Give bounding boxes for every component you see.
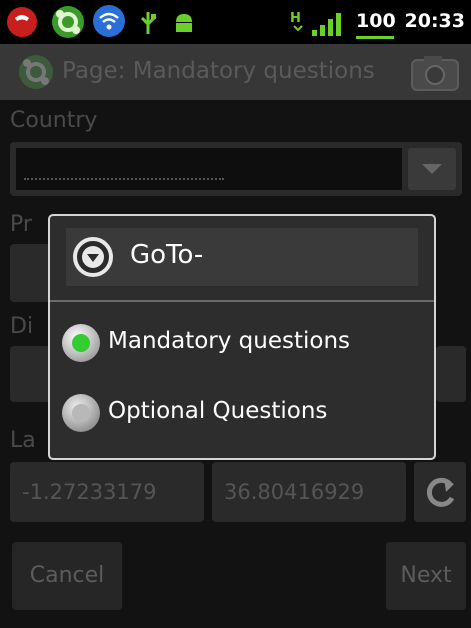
latitude-value: -1.27233179 bbox=[22, 480, 157, 504]
location-label: La bbox=[10, 428, 36, 453]
dialog-header: GoTo- bbox=[66, 228, 418, 286]
district-label: Di bbox=[10, 314, 34, 339]
radio-unselected-icon[interactable] bbox=[60, 392, 102, 434]
sync-icon bbox=[52, 6, 84, 38]
radio-selected-icon[interactable] bbox=[60, 322, 102, 364]
android-icon bbox=[176, 14, 192, 32]
usb-icon bbox=[140, 12, 156, 34]
spinner-dropdown-button[interactable] bbox=[408, 148, 456, 190]
radio-label-optional: Optional Questions bbox=[108, 398, 328, 424]
province-label: Pr bbox=[10, 212, 32, 237]
radio-option-optional[interactable]: Optional Questions bbox=[60, 386, 424, 440]
clock: 20:33 bbox=[404, 10, 465, 32]
cancel-button[interactable]: Cancel bbox=[12, 542, 122, 610]
app-screen: H 100 20:33 Page: Mandatory questions Co… bbox=[0, 0, 471, 628]
signal-icon: H bbox=[290, 11, 341, 36]
country-spinner[interactable] bbox=[10, 142, 462, 196]
dropdown-arrow-icon bbox=[422, 164, 442, 174]
title-bar: Page: Mandatory questions bbox=[0, 44, 471, 100]
province-spinner[interactable] bbox=[10, 244, 50, 302]
dialog-divider bbox=[50, 300, 434, 302]
country-value-field bbox=[16, 148, 402, 190]
country-placeholder-line bbox=[24, 178, 224, 180]
refresh-icon bbox=[426, 477, 455, 507]
svg-text:H: H bbox=[290, 11, 301, 26]
radio-label-mandatory: Mandatory questions bbox=[108, 328, 351, 354]
longitude-value: 36.80416929 bbox=[224, 480, 365, 504]
district-spinner[interactable] bbox=[10, 346, 50, 402]
status-bar: H 100 20:33 bbox=[0, 0, 471, 44]
dropdown-circle-icon bbox=[73, 237, 113, 277]
battery-level: 100 bbox=[356, 10, 396, 32]
latitude-field[interactable]: -1.27233179 bbox=[10, 462, 204, 522]
call-icon bbox=[7, 7, 37, 37]
page-title: Page: Mandatory questions bbox=[62, 58, 375, 84]
country-label: Country bbox=[10, 108, 98, 133]
camera-icon[interactable] bbox=[410, 54, 460, 92]
next-button[interactable]: Next bbox=[386, 542, 466, 610]
radio-option-mandatory[interactable]: Mandatory questions bbox=[60, 316, 424, 370]
district-spinner-button[interactable] bbox=[436, 346, 466, 402]
refresh-location-button[interactable] bbox=[414, 462, 466, 522]
longitude-field[interactable]: 36.80416929 bbox=[212, 462, 406, 522]
battery-indicator bbox=[356, 36, 394, 39]
dialog-title: GoTo- bbox=[130, 240, 204, 270]
wifi-icon bbox=[93, 5, 125, 37]
app-logo-icon bbox=[19, 55, 53, 89]
goto-dialog: GoTo- Mandatory questions Optional Quest… bbox=[48, 214, 436, 460]
